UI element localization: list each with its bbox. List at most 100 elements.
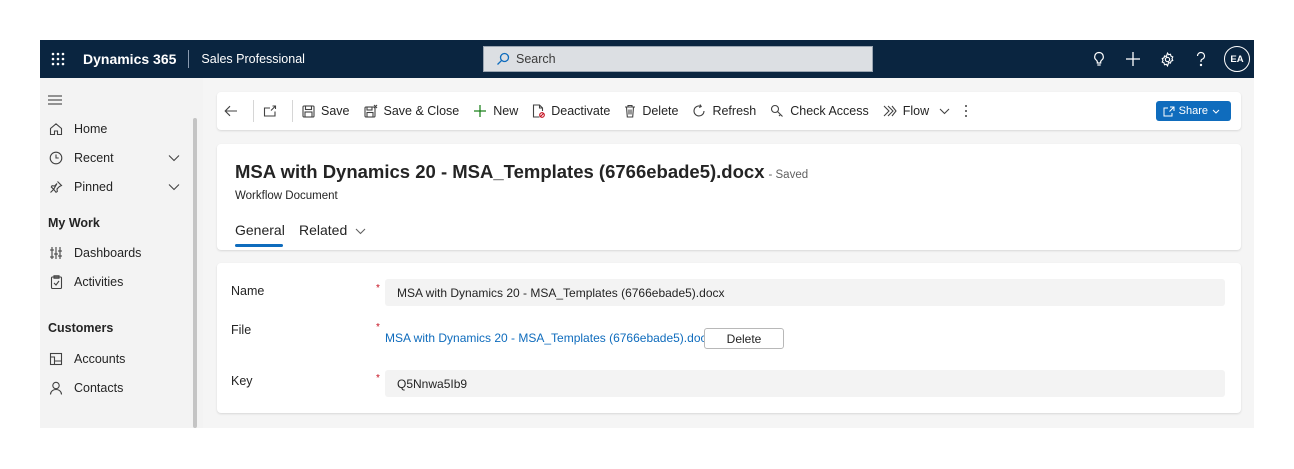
waffle-icon[interactable] [40, 40, 76, 78]
home-icon [48, 121, 64, 137]
sidebar-item-activities[interactable]: Activities [40, 269, 190, 295]
plus-icon[interactable] [1116, 40, 1150, 78]
sidebar-item-label: Home [74, 122, 108, 136]
avatar[interactable]: EA [1224, 46, 1250, 72]
delete-button[interactable]: Delete [617, 92, 685, 130]
title-divider [188, 50, 190, 68]
open-in-new-window-icon [263, 105, 277, 117]
tab-related[interactable]: Related [299, 222, 366, 238]
tab-active-indicator [235, 244, 283, 247]
sidebar-item-label: Dashboards [74, 246, 142, 260]
more-vertical-icon [965, 105, 968, 117]
flow-icon [883, 105, 897, 117]
save-status: - Saved [768, 169, 809, 181]
gear-icon[interactable] [1150, 40, 1184, 78]
general-form-section: Name * MSA with Dynamics 20 - MSA_Templa… [217, 263, 1241, 413]
save-label: Save [321, 104, 350, 118]
share-label: Share [1178, 105, 1208, 117]
accounts-icon [48, 351, 64, 367]
sidebar-item-label: Accounts [74, 352, 126, 366]
sidebar-item-label: Contacts [74, 381, 124, 395]
required-marker: * [376, 322, 380, 333]
refresh-icon [693, 104, 706, 117]
sidebar-item-pinned[interactable]: Pinned [40, 174, 190, 200]
save-icon [302, 104, 315, 118]
deactivate-button[interactable]: Deactivate [525, 92, 617, 130]
sidebar-section-customers: Customers [48, 321, 114, 335]
file-delete-button[interactable]: Delete [704, 328, 784, 349]
sitemap-sidebar: Home Recent Pinned My Work Dashboards Ac… [40, 78, 203, 428]
refresh-label: Refresh [712, 104, 757, 118]
chevron-down-icon[interactable] [168, 180, 180, 194]
hamburger-menu-icon[interactable] [48, 92, 62, 110]
pin-icon [48, 179, 64, 195]
clipboard-icon [48, 274, 64, 290]
sidebar-section-my-work: My Work [48, 216, 100, 230]
sidebar-item-home[interactable]: Home [40, 116, 190, 142]
required-marker: * [376, 373, 380, 384]
main-content: Save Save & Close New Deactivate Delete … [217, 78, 1254, 428]
sidebar-item-label: Activities [74, 275, 124, 289]
new-label: New [493, 104, 519, 118]
lightbulb-icon[interactable] [1082, 40, 1116, 78]
key-field[interactable]: Q5Nnwa5Ib9 [385, 370, 1225, 397]
save-close-label: Save & Close [383, 104, 460, 118]
command-bar: Save Save & Close New Deactivate Delete … [217, 92, 1241, 130]
sidebar-scrollbar[interactable] [193, 118, 197, 428]
flow-label: Flow [902, 104, 930, 118]
help-icon[interactable] [1184, 40, 1218, 78]
record-title: MSA with Dynamics 20 - MSA_Templates (67… [235, 161, 765, 182]
arrow-left-icon [224, 105, 237, 117]
save-and-close-button[interactable]: Save & Close [357, 92, 467, 130]
app-subtitle: Sales Professional [201, 52, 305, 66]
search-placeholder: Search [516, 52, 556, 66]
dashboard-icon [48, 245, 64, 261]
open-new-window-button[interactable] [256, 92, 290, 130]
chevron-down-icon [939, 108, 950, 114]
delete-label: Delete [642, 104, 679, 118]
chevron-down-icon[interactable] [168, 151, 180, 165]
key-search-icon [771, 104, 784, 117]
name-field[interactable]: MSA with Dynamics 20 - MSA_Templates (67… [385, 279, 1225, 306]
save-close-icon [363, 104, 377, 118]
more-commands-button[interactable] [957, 92, 981, 130]
person-icon [48, 380, 64, 396]
top-navigation-bar: Dynamics 365 Sales Professional Search E… [40, 40, 1254, 78]
deactivate-icon [533, 104, 546, 118]
new-button[interactable]: New [466, 92, 525, 130]
page-title: MSA with Dynamics 20 - MSA_Templates (67… [235, 161, 808, 183]
plus-icon [474, 105, 487, 117]
app-title[interactable]: Dynamics 365 [83, 51, 176, 67]
required-marker: * [376, 283, 380, 294]
share-icon [1163, 106, 1175, 116]
save-button[interactable]: Save [295, 92, 357, 130]
search-input[interactable]: Search [483, 46, 873, 72]
command-divider [253, 100, 254, 122]
check-access-label: Check Access [790, 104, 869, 118]
tab-general[interactable]: General [235, 222, 285, 238]
entity-name: Workflow Document [235, 190, 338, 202]
share-button[interactable]: Share [1155, 101, 1231, 121]
search-icon [497, 52, 510, 65]
record-header: MSA with Dynamics 20 - MSA_Templates (67… [217, 144, 1241, 250]
tab-label: Related [299, 222, 348, 238]
chevron-down-icon [355, 228, 366, 235]
trash-icon [625, 104, 636, 118]
flow-button[interactable]: Flow [876, 92, 957, 130]
file-field-label: File [231, 323, 252, 337]
top-icons-group: EA [1082, 40, 1254, 78]
file-link[interactable]: MSA with Dynamics 20 - MSA_Templates (67… [385, 331, 713, 345]
back-button[interactable] [217, 92, 251, 130]
sidebar-item-label: Recent [74, 151, 114, 165]
chevron-down-icon [1212, 109, 1220, 114]
command-divider [292, 100, 293, 122]
refresh-button[interactable]: Refresh [685, 92, 763, 130]
sidebar-item-recent[interactable]: Recent [40, 145, 190, 171]
sidebar-item-contacts[interactable]: Contacts [40, 375, 190, 401]
clock-icon [48, 150, 64, 166]
sidebar-item-dashboards[interactable]: Dashboards [40, 240, 190, 266]
sidebar-item-label: Pinned [74, 180, 113, 194]
key-field-label: Key [231, 374, 253, 388]
check-access-button[interactable]: Check Access [763, 92, 876, 130]
sidebar-item-accounts[interactable]: Accounts [40, 346, 190, 372]
